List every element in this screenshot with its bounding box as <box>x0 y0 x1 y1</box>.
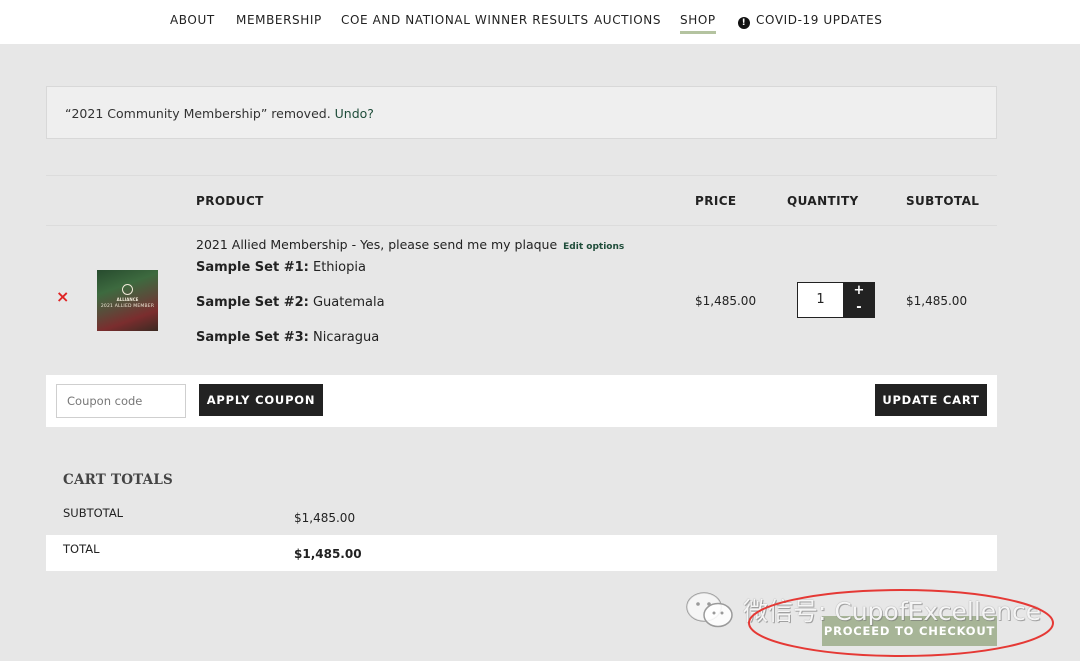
quantity-increase-button[interactable]: + <box>843 282 875 300</box>
header-price: PRICE <box>695 194 737 208</box>
header-quantity: QUANTITY <box>787 194 859 208</box>
nav-item-membership[interactable]: MEMBERSHIP <box>236 13 322 27</box>
product-name[interactable]: 2021 Allied Membership - Yes, please sen… <box>196 237 624 252</box>
item-price: $1,485.00 <box>695 294 757 308</box>
undo-link[interactable]: Undo? <box>335 106 374 121</box>
wechat-icon <box>686 592 733 628</box>
update-cart-button[interactable]: UPDATE CART <box>875 384 987 416</box>
top-navigation: ABOUT MEMBERSHIP COE AND NATIONAL WINNER… <box>0 0 1080 44</box>
edit-options-link[interactable]: Edit options <box>563 242 624 252</box>
header-product: PRODUCT <box>196 194 264 208</box>
nav-item-covid-updates[interactable]: ! COVID-19 UPDATES <box>738 13 882 29</box>
product-title[interactable]: 2021 Allied Membership - Yes, please sen… <box>196 237 557 252</box>
meta-key: Sample Set #3: <box>196 330 309 345</box>
table-top-rule <box>46 175 997 176</box>
totals-subtotal-value: $1,485.00 <box>294 511 356 525</box>
meta-value: Ethiopia <box>312 260 366 275</box>
nav-item-about[interactable]: ABOUT <box>170 13 215 27</box>
nav-item-coe-results[interactable]: COE AND NATIONAL WINNER RESULTS <box>341 13 589 27</box>
meta-row: Sample Set #1: Ethiopia <box>196 260 366 275</box>
nav-item-covid-label: COVID-19 UPDATES <box>756 13 883 27</box>
quantity-decrease-button[interactable]: - <box>843 299 875 317</box>
totals-subtotal-label: SUBTOTAL <box>63 506 124 520</box>
meta-key: Sample Set #2: <box>196 295 309 310</box>
remove-item-icon[interactable]: × <box>56 289 69 305</box>
info-icon: ! <box>738 17 750 29</box>
meta-row: Sample Set #3: Nicaragua <box>196 330 379 345</box>
notice-message: “2021 Community Membership” removed. <box>65 106 331 121</box>
quantity-stepper: + - <box>843 282 875 318</box>
notice-text: “2021 Community Membership” removed. Und… <box>65 106 374 121</box>
thumbnail-caption: 2021 ALLIED MEMBER <box>100 304 155 309</box>
coupon-code-input[interactable] <box>56 384 186 418</box>
meta-value: Guatemala <box>312 295 385 310</box>
totals-total-row: TOTAL $1,485.00 <box>46 535 997 571</box>
item-subtotal: $1,485.00 <box>906 294 968 308</box>
quantity-input[interactable]: 1 <box>797 282 844 318</box>
totals-total-value: $1,485.00 <box>294 547 362 561</box>
meta-row: Sample Set #2: Guatemala <box>196 295 385 310</box>
table-header-rule <box>46 225 997 226</box>
nav-item-auctions[interactable]: AUCTIONS <box>594 13 661 27</box>
cart-totals-title: CART TOTALS <box>63 472 173 488</box>
thumbnail-brand: ALLIANCE <box>116 297 139 302</box>
nav-item-shop[interactable]: SHOP <box>680 13 716 34</box>
cart-notice: “2021 Community Membership” removed. Und… <box>46 86 997 139</box>
meta-value: Nicaragua <box>312 330 380 345</box>
header-subtotal: SUBTOTAL <box>906 194 980 208</box>
cart-actions: APPLY COUPON UPDATE CART <box>46 375 997 427</box>
totals-total-label: TOTAL <box>63 542 100 556</box>
meta-key: Sample Set #1: <box>196 260 309 275</box>
logo-icon <box>122 284 133 295</box>
product-thumbnail[interactable]: ALLIANCE 2021 ALLIED MEMBER <box>97 270 158 331</box>
cart-table: PRODUCT PRICE QUANTITY SUBTOTAL × ALLIAN… <box>46 175 997 375</box>
apply-coupon-button[interactable]: APPLY COUPON <box>199 384 323 416</box>
totals-subtotal-row: SUBTOTAL $1,485.00 <box>46 499 997 535</box>
proceed-to-checkout-button[interactable]: PROCEED TO CHECKOUT <box>822 616 997 646</box>
